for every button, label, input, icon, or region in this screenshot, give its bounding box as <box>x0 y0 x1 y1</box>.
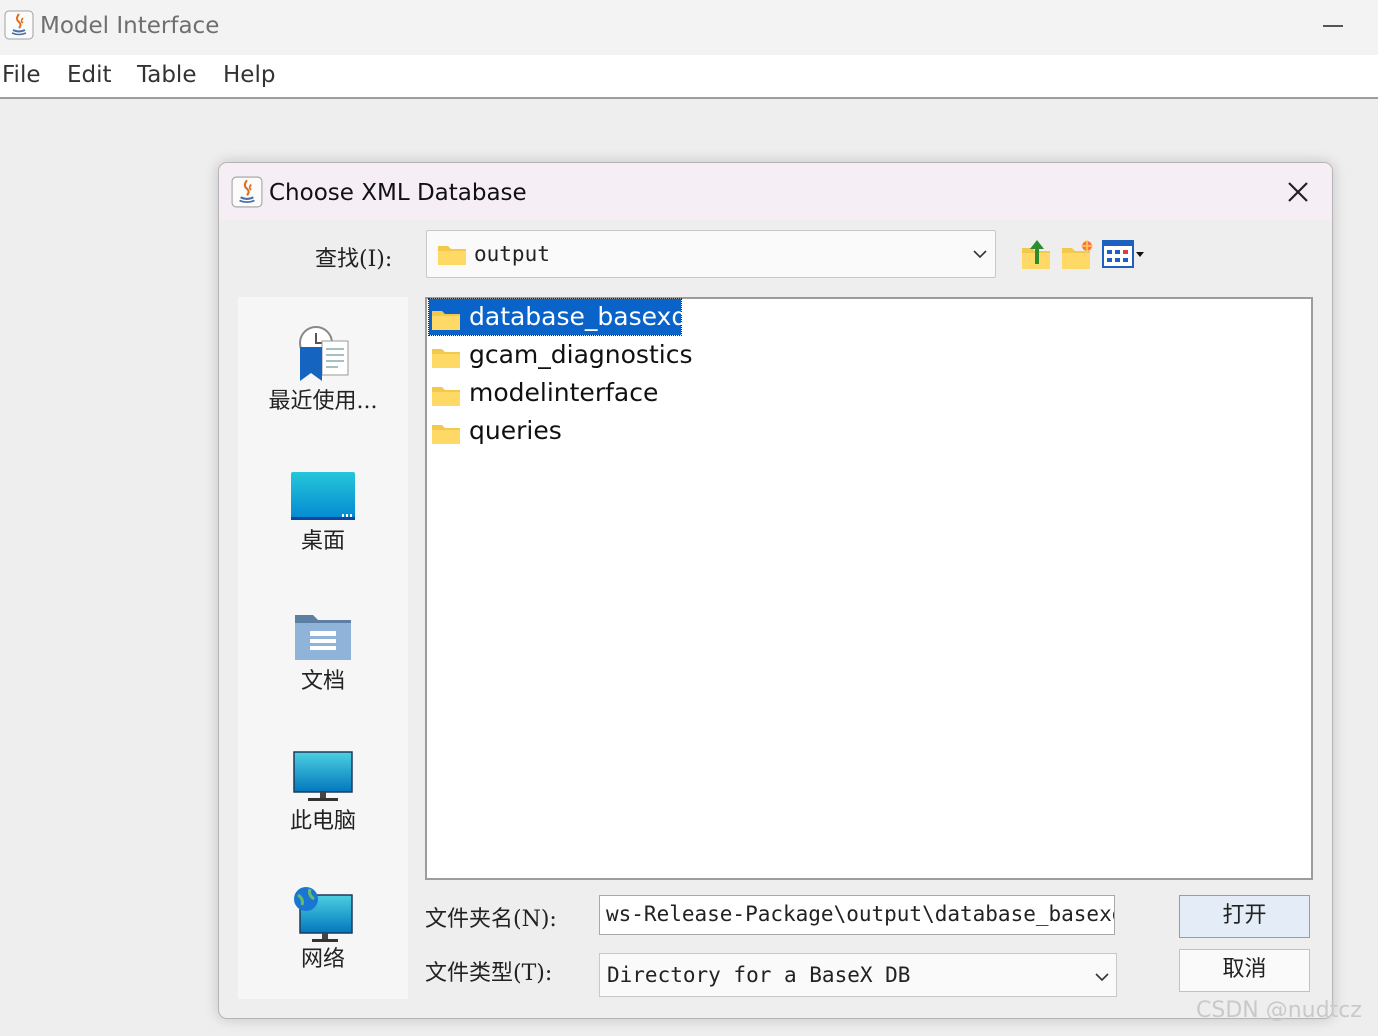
minimize-button[interactable] <box>1310 8 1356 44</box>
cancel-button[interactable]: 取消 <box>1179 949 1310 992</box>
place-this-pc-label: 此电脑 <box>289 809 356 834</box>
open-button[interactable]: 打开 <box>1179 895 1310 938</box>
place-recent-label: 最近使用... <box>268 389 378 414</box>
menu-edit[interactable]: Edit <box>67 62 112 88</box>
chevron-down-icon <box>1095 973 1109 982</box>
file-type-label: 文件类型(T): <box>425 961 553 986</box>
file-item-database-basexdb[interactable]: database_basexdb <box>428 298 703 336</box>
java-icon <box>231 176 263 208</box>
java-icon <box>4 10 34 40</box>
chevron-down-icon <box>973 250 987 259</box>
dialog-titlebar: Choose XML Database <box>219 163 1332 220</box>
place-network-label: 网络 <box>300 947 345 972</box>
view-menu-icon[interactable] <box>1101 236 1149 272</box>
file-type-combo[interactable]: Directory for a BaseX DB <box>599 953 1117 997</box>
close-icon[interactable] <box>1281 175 1315 209</box>
place-documents-label: 文档 <box>300 669 345 694</box>
file-item-gcam-diagnostics[interactable]: gcam_diagnostics <box>429 337 693 373</box>
file-name: database_basexdb <box>469 302 704 331</box>
menubar: File Edit Table Help <box>0 55 1378 99</box>
folder-name-input[interactable]: ws-Release-Package\output\database_basex… <box>599 895 1115 935</box>
app-titlebar: Model Interface <box>0 0 1378 55</box>
look-in-combo[interactable]: output <box>426 230 996 278</box>
file-name: queries <box>469 416 562 445</box>
folder-icon <box>432 349 460 368</box>
app-title: Model Interface <box>40 13 220 39</box>
file-name: gcam_diagnostics <box>469 340 693 369</box>
create-new-folder-icon[interactable] <box>1059 236 1095 272</box>
menu-help[interactable]: Help <box>223 62 275 88</box>
place-desktop-label: 桌面 <box>300 529 345 554</box>
file-list[interactable]: database_basexdb gcam_diagnostics modeli… <box>425 297 1313 880</box>
folder-icon <box>432 425 460 444</box>
look-in-label: 查找(I): <box>315 247 393 272</box>
dialog-title: Choose XML Database <box>269 180 527 206</box>
watermark: CSDN @nudtcz <box>1196 998 1362 1023</box>
look-in-value: output <box>474 242 550 266</box>
places-sidebar: 最近使用... 桌面 文档 此电脑 网络 <box>238 297 408 999</box>
file-name: modelinterface <box>469 378 659 407</box>
choose-xml-database-dialog: Choose XML Database 查找(I): output 最近使用..… <box>218 162 1333 1019</box>
folder-icon <box>432 387 460 406</box>
menu-table[interactable]: Table <box>137 62 196 88</box>
up-one-level-icon[interactable] <box>1019 236 1055 272</box>
folder-icon <box>432 311 460 330</box>
folder-icon <box>438 246 466 265</box>
folder-name-label: 文件夹名(N): <box>425 907 557 932</box>
file-type-value: Directory for a BaseX DB <box>607 963 911 987</box>
file-item-modelinterface[interactable]: modelinterface <box>429 375 689 411</box>
file-item-queries[interactable]: queries <box>429 413 689 449</box>
menu-file[interactable]: File <box>2 62 41 88</box>
